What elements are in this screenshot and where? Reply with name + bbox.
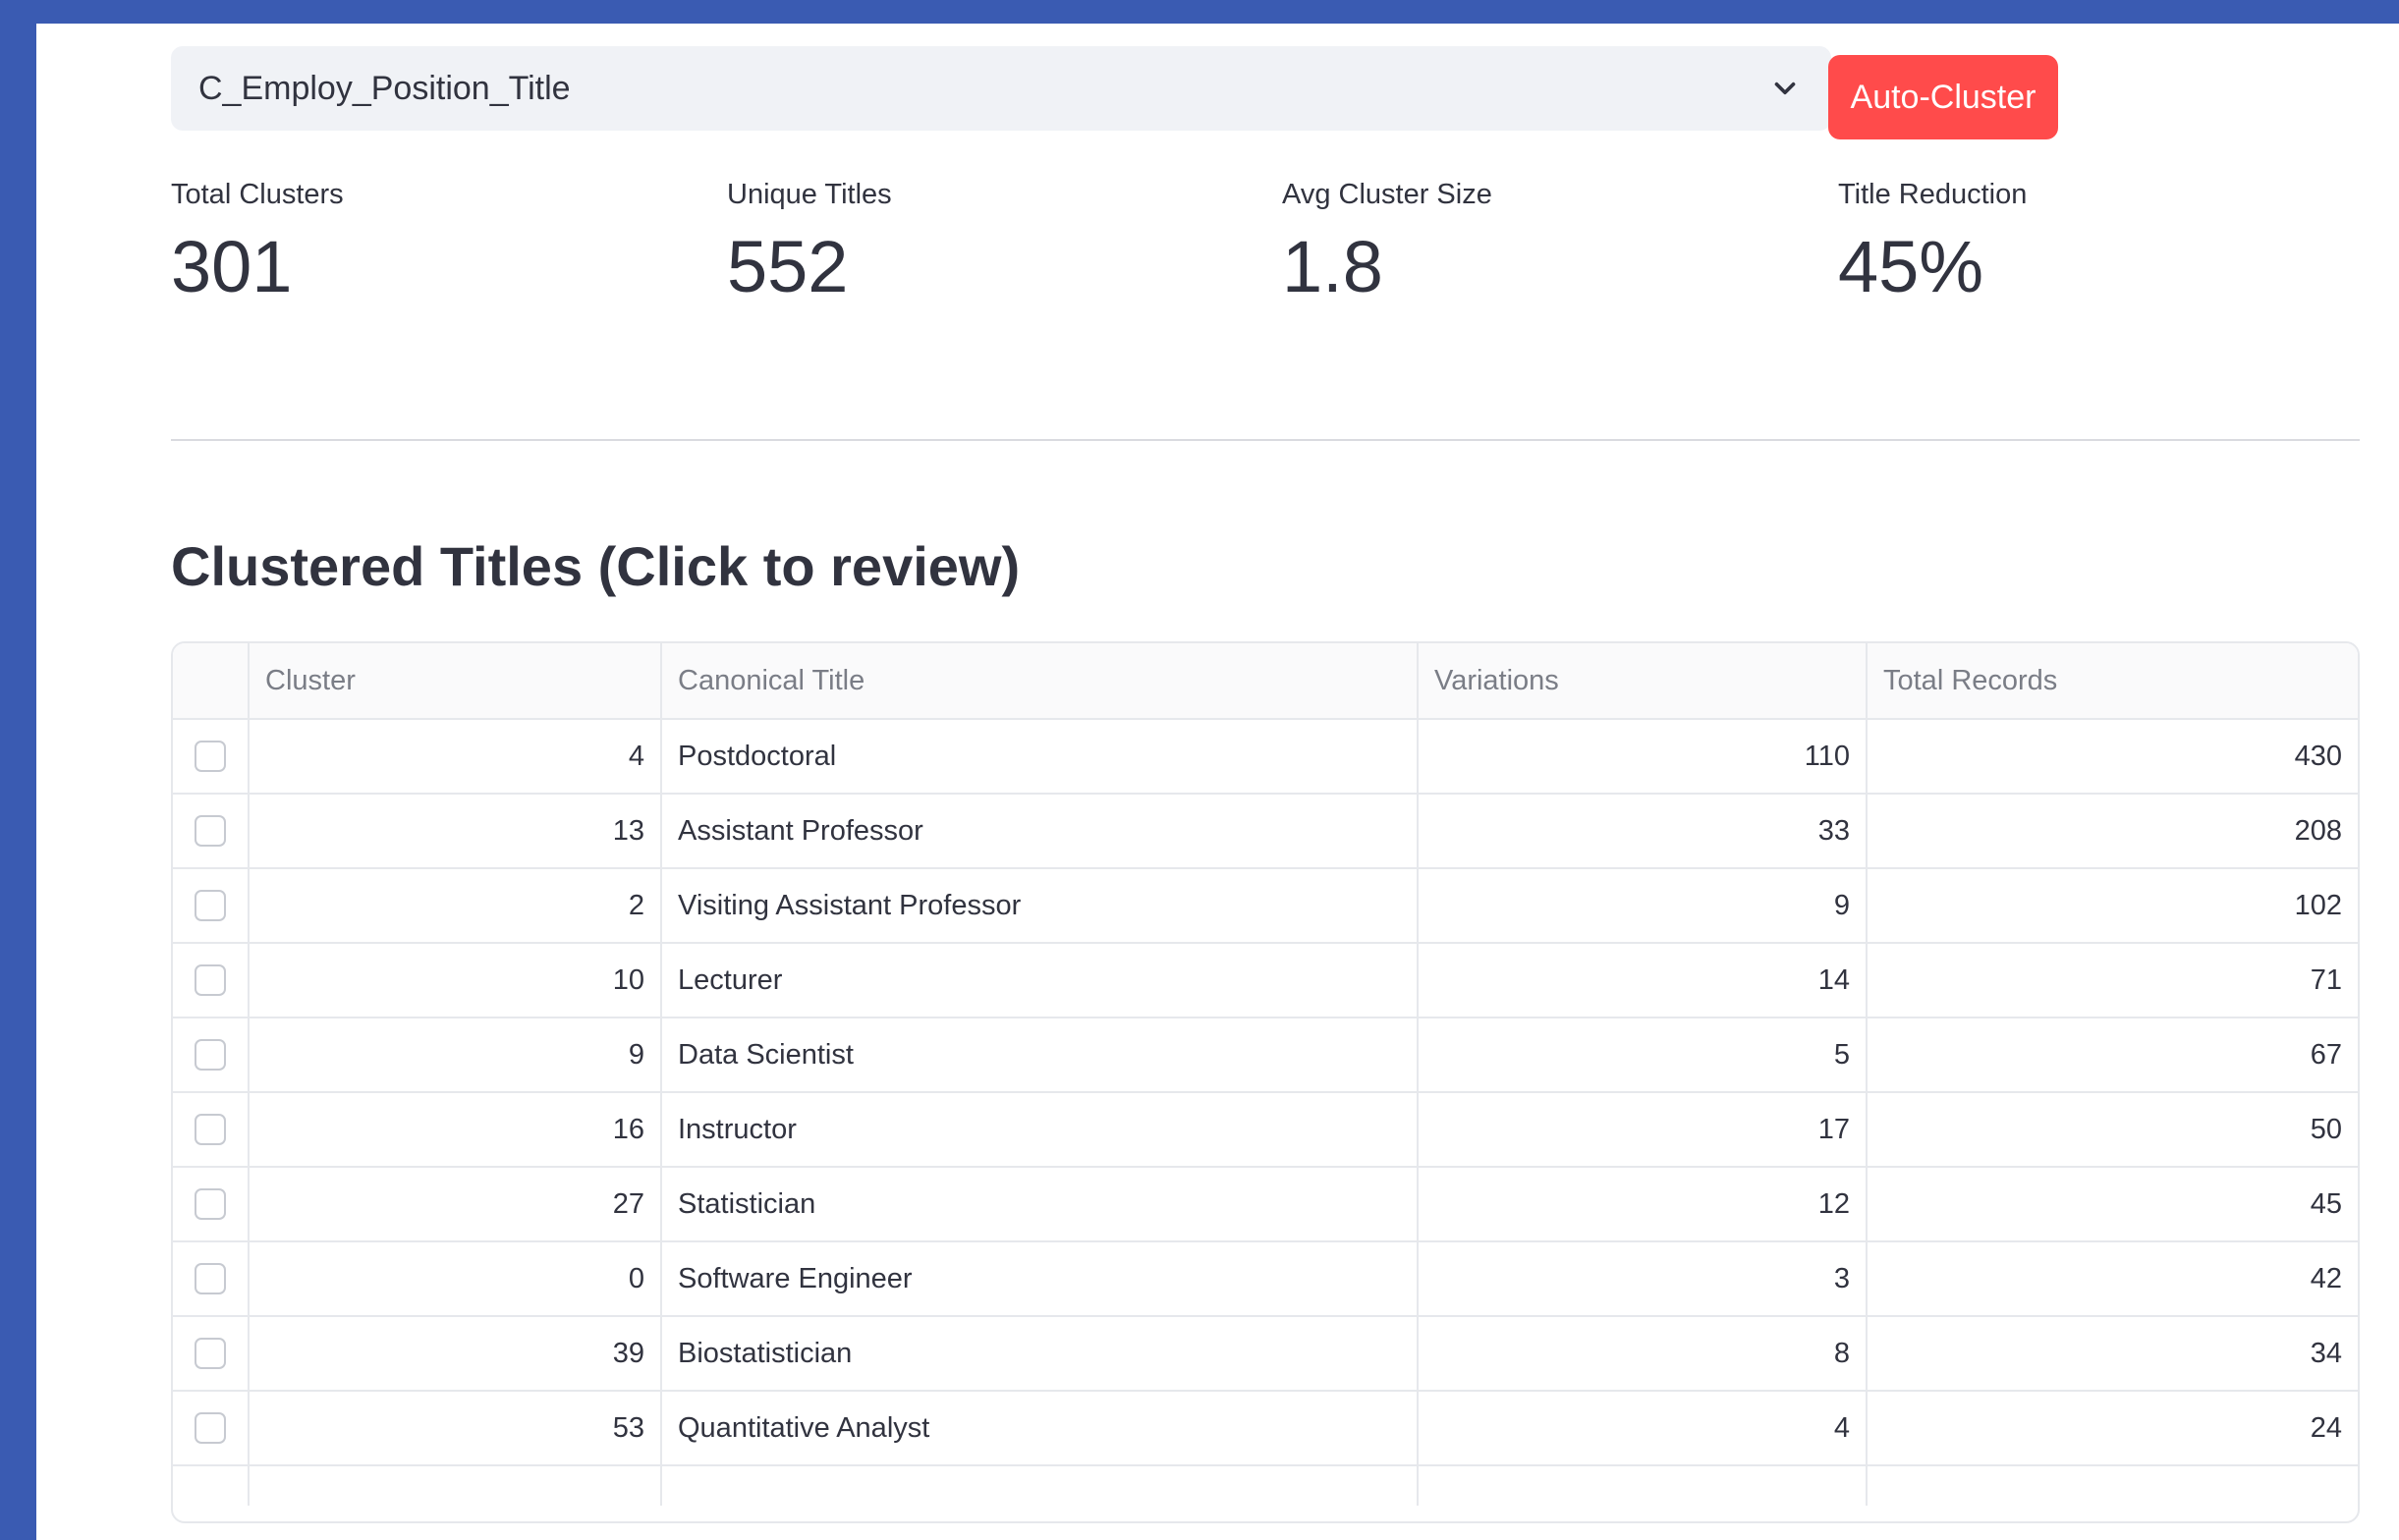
variations-cell[interactable]: 12 xyxy=(1419,1168,1868,1242)
variations-cell xyxy=(1419,1466,1868,1506)
variations-cell[interactable]: 8 xyxy=(1419,1317,1868,1392)
records-cell[interactable]: 45 xyxy=(1868,1168,2358,1242)
records-cell[interactable]: 34 xyxy=(1868,1317,2358,1392)
records-cell[interactable]: 71 xyxy=(1868,944,2358,1018)
divider xyxy=(171,439,2360,441)
title-cell[interactable]: Biostatistician xyxy=(662,1317,1419,1392)
row-checkbox[interactable] xyxy=(195,741,226,772)
cluster-cell[interactable]: 2 xyxy=(250,869,662,944)
row-select-cell[interactable] xyxy=(173,795,250,869)
cluster-cell[interactable]: 10 xyxy=(250,944,662,1018)
metric-label: Unique Titles xyxy=(727,179,892,210)
cluster-cell[interactable]: 16 xyxy=(250,1093,662,1168)
row-checkbox[interactable] xyxy=(195,1039,226,1071)
row-select-cell xyxy=(173,1466,250,1506)
metric-value: 552 xyxy=(727,226,849,307)
title-cell[interactable]: Assistant Professor xyxy=(662,795,1419,869)
row-checkbox[interactable] xyxy=(195,964,226,996)
cluster-cell[interactable]: 4 xyxy=(250,720,662,795)
row-checkbox[interactable] xyxy=(195,815,226,847)
variations-cell[interactable]: 110 xyxy=(1419,720,1868,795)
metric-label: Title Reduction xyxy=(1838,179,2028,210)
records-cell[interactable]: 430 xyxy=(1868,720,2358,795)
metric-value: 45% xyxy=(1838,226,1984,307)
records-cell[interactable]: 102 xyxy=(1868,869,2358,944)
records-cell[interactable]: 208 xyxy=(1868,795,2358,869)
table-grid: Cluster Canonical Title Variations Total… xyxy=(173,643,2358,720)
records-cell xyxy=(1868,1466,2358,1506)
row-select-cell[interactable] xyxy=(173,1168,250,1242)
table-body: 4 Postdoctoral 110 430 13 Assistant Professor… xyxy=(173,720,2358,1466)
row-checkbox[interactable] xyxy=(195,1263,226,1294)
variations-cell[interactable]: 14 xyxy=(1419,944,1868,1018)
header-total-records[interactable]: Total Records xyxy=(1868,643,2358,720)
row-select-cell[interactable] xyxy=(173,720,250,795)
row-select-cell[interactable] xyxy=(173,1242,250,1317)
header-cluster[interactable]: Cluster xyxy=(250,643,662,720)
variations-cell[interactable]: 3 xyxy=(1419,1242,1868,1317)
cluster-cell[interactable]: 9 xyxy=(250,1018,662,1093)
row-select-cell[interactable] xyxy=(173,1317,250,1392)
column-select-value: C_Employ_Position_Title xyxy=(198,69,571,107)
title-cell[interactable]: Statistician xyxy=(662,1168,1419,1242)
table-row-partial xyxy=(173,1466,2358,1506)
records-cell[interactable]: 42 xyxy=(1868,1242,2358,1317)
records-cell[interactable]: 24 xyxy=(1868,1392,2358,1466)
cluster-cell[interactable]: 13 xyxy=(250,795,662,869)
title-cell[interactable]: Postdoctoral xyxy=(662,720,1419,795)
title-cell[interactable]: Software Engineer xyxy=(662,1242,1419,1317)
column-select[interactable]: C_Employ_Position_Title xyxy=(171,46,1831,131)
variations-cell[interactable]: 4 xyxy=(1419,1392,1868,1466)
header-variations[interactable]: Variations xyxy=(1419,643,1868,720)
cluster-cell[interactable]: 53 xyxy=(250,1392,662,1466)
metric-label: Total Clusters xyxy=(171,179,344,210)
header-canonical-title[interactable]: Canonical Title xyxy=(662,643,1419,720)
cluster-cell[interactable]: 39 xyxy=(250,1317,662,1392)
row-select-cell[interactable] xyxy=(173,1392,250,1466)
records-cell[interactable]: 50 xyxy=(1868,1093,2358,1168)
row-select-cell[interactable] xyxy=(173,944,250,1018)
metric-title-reduction: Title Reduction 45% xyxy=(1838,181,2027,303)
variations-cell[interactable]: 17 xyxy=(1419,1093,1868,1168)
records-cell[interactable]: 67 xyxy=(1868,1018,2358,1093)
metric-total-clusters: Total Clusters 301 xyxy=(171,181,344,303)
auto-cluster-button[interactable]: Auto-Cluster xyxy=(1828,55,2058,139)
metric-label: Avg Cluster Size xyxy=(1282,179,1492,210)
app-canvas: C_Employ_Position_Title Auto-Cluster Tot… xyxy=(36,24,2399,1540)
metric-value: 1.8 xyxy=(1282,226,1383,307)
header-select xyxy=(173,643,250,720)
title-cell[interactable]: Lecturer xyxy=(662,944,1419,1018)
main-content: C_Employ_Position_Title Auto-Cluster Tot… xyxy=(36,24,2399,1540)
row-checkbox[interactable] xyxy=(195,1188,226,1220)
clusters-table[interactable]: Cluster Canonical Title Variations Total… xyxy=(171,641,2360,1523)
row-checkbox[interactable] xyxy=(195,1114,226,1145)
title-cell[interactable]: Quantitative Analyst xyxy=(662,1392,1419,1466)
row-select-cell[interactable] xyxy=(173,1093,250,1168)
variations-cell[interactable]: 9 xyxy=(1419,869,1868,944)
metric-avg-cluster-size: Avg Cluster Size 1.8 xyxy=(1282,181,1492,303)
row-checkbox[interactable] xyxy=(195,890,226,921)
row-select-cell[interactable] xyxy=(173,869,250,944)
metric-value: 301 xyxy=(171,226,293,307)
section-title: Clustered Titles (Click to review) xyxy=(171,535,1021,597)
variations-cell[interactable]: 33 xyxy=(1419,795,1868,869)
row-select-cell[interactable] xyxy=(173,1018,250,1093)
variations-cell[interactable]: 5 xyxy=(1419,1018,1868,1093)
cluster-cell[interactable]: 27 xyxy=(250,1168,662,1242)
cluster-cell[interactable]: 0 xyxy=(250,1242,662,1317)
chevron-down-icon xyxy=(1774,82,1796,95)
title-cell[interactable]: Visiting Assistant Professor xyxy=(662,869,1419,944)
row-checkbox[interactable] xyxy=(195,1338,226,1369)
title-cell xyxy=(662,1466,1419,1506)
cluster-cell xyxy=(250,1466,662,1506)
row-checkbox[interactable] xyxy=(195,1412,226,1444)
title-cell[interactable]: Instructor xyxy=(662,1093,1419,1168)
metric-unique-titles: Unique Titles 552 xyxy=(727,181,892,303)
title-cell[interactable]: Data Scientist xyxy=(662,1018,1419,1093)
